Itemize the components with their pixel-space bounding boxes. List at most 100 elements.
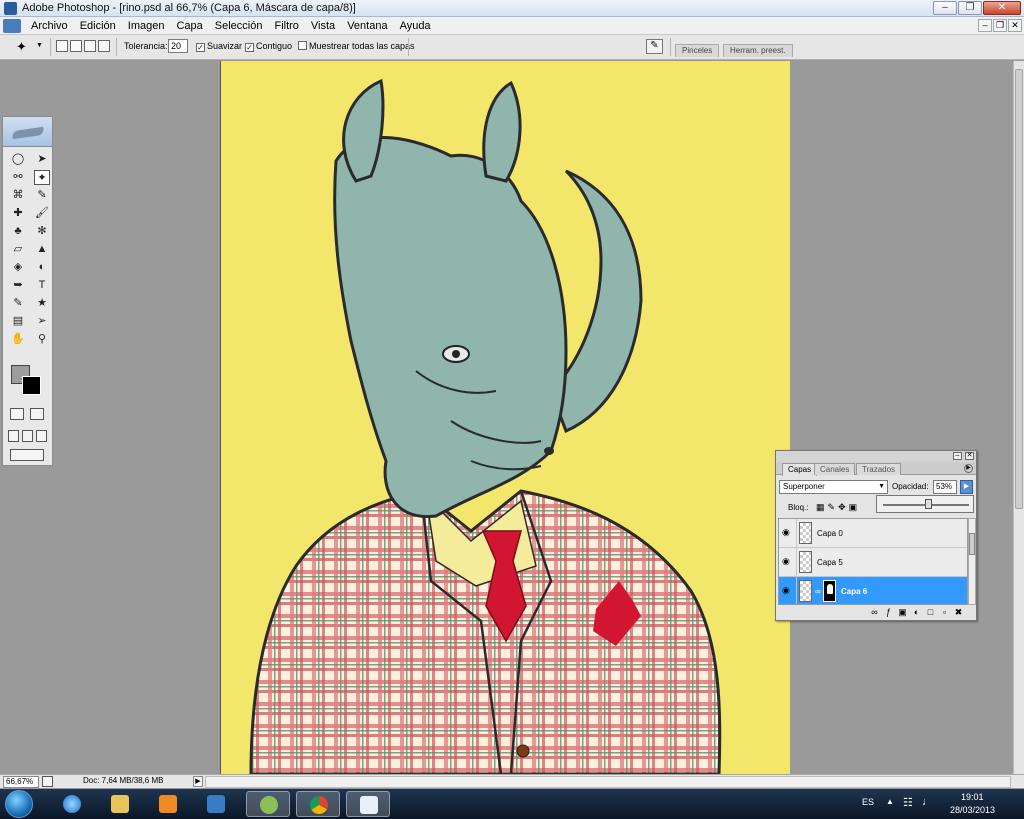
scrollbar-thumb[interactable]: [1015, 69, 1023, 509]
language-indicator[interactable]: ES: [862, 797, 874, 807]
lock-transparency-icon[interactable]: ▦: [816, 502, 828, 512]
lock-position-icon[interactable]: ✥: [838, 502, 849, 512]
tab-trazados[interactable]: Trazados: [856, 463, 902, 475]
background-color-swatch[interactable]: [22, 376, 41, 395]
link-layers-icon[interactable]: ∞: [869, 608, 880, 618]
document-canvas[interactable]: [220, 61, 790, 774]
explorer-taskbar-button[interactable]: [98, 791, 142, 817]
opacity-slider-popup[interactable]: [876, 495, 974, 513]
notes-tool-icon[interactable]: ▤: [10, 314, 26, 329]
visibility-eye-icon[interactable]: ◉: [782, 557, 793, 566]
scrollbar-thumb[interactable]: [969, 533, 975, 555]
document-icon[interactable]: [3, 18, 21, 33]
jump-to-imageready-icon[interactable]: [10, 449, 44, 461]
magic-wand-icon[interactable]: ✦: [16, 39, 27, 55]
tab-pinceles[interactable]: Pinceles: [675, 44, 720, 57]
antialias-checkbox[interactable]: ✓ Suavizar: [196, 41, 242, 52]
quick-mask-icon[interactable]: [30, 408, 44, 420]
sample-all-layers-checkbox[interactable]: Muestrear todas las capas: [298, 41, 415, 51]
lasso-tool-icon[interactable]: ⚯: [10, 170, 26, 185]
screen-mode-3-icon[interactable]: [36, 430, 47, 442]
screen-mode-1-icon[interactable]: [8, 430, 19, 442]
restore-button[interactable]: ❐: [958, 1, 982, 15]
toolbox-header[interactable]: [3, 117, 52, 147]
layers-panel-titlebar[interactable]: – ✕: [776, 451, 976, 462]
layer-list-scrollbar[interactable]: [968, 518, 976, 605]
blur-tool-icon[interactable]: ◈: [10, 260, 26, 275]
media-player-taskbar-button[interactable]: [146, 791, 190, 817]
visibility-eye-icon[interactable]: ◉: [782, 528, 793, 537]
move-tool-icon[interactable]: ➤: [34, 152, 50, 167]
eyedropper-icon[interactable]: ➢: [34, 314, 50, 329]
doc-minimize-button[interactable]: –: [978, 19, 992, 32]
layer-row[interactable]: ◉ Capa 5: [779, 548, 967, 577]
new-group-icon[interactable]: □: [925, 608, 936, 618]
menu-filtro[interactable]: Filtro: [268, 20, 304, 32]
pdf-reader-taskbar-button[interactable]: [346, 791, 390, 817]
minimize-button[interactable]: –: [933, 1, 957, 15]
menu-archivo[interactable]: Archivo: [25, 20, 74, 32]
contiguous-checkbox[interactable]: ✓ Contiguo: [245, 41, 292, 52]
opacity-arrow-icon[interactable]: ▶: [960, 480, 973, 494]
clock-time[interactable]: 19:01: [961, 792, 984, 802]
path-selection-icon[interactable]: ➥: [10, 278, 26, 293]
checkbox-unchecked-icon[interactable]: [298, 41, 307, 50]
layer-name[interactable]: Capa 5: [817, 558, 843, 567]
magic-wand-tool-icon[interactable]: ✦: [34, 170, 50, 185]
doc-restore-button[interactable]: ❐: [993, 19, 1007, 32]
healing-brush-icon[interactable]: ✚: [10, 206, 26, 221]
menu-edicion[interactable]: Edición: [74, 20, 122, 32]
opacity-input[interactable]: 53%: [933, 480, 957, 494]
start-button[interactable]: [5, 790, 33, 818]
dodge-tool-icon[interactable]: ◐: [34, 260, 50, 275]
tab-canales[interactable]: Canales: [814, 463, 856, 475]
adjustment-layer-icon[interactable]: ◐: [911, 608, 922, 618]
history-brush-icon[interactable]: ✻: [34, 224, 50, 239]
screen-mode-2-icon[interactable]: [22, 430, 33, 442]
checkbox-checked-icon[interactable]: ✓: [245, 43, 254, 52]
brush-tool-icon[interactable]: 🖌: [34, 206, 50, 221]
close-button[interactable]: ✕: [983, 1, 1021, 15]
status-options-icon[interactable]: [42, 776, 53, 787]
layer-mask-thumbnail[interactable]: [823, 580, 836, 602]
tray-expand-icon[interactable]: ▲: [886, 797, 894, 806]
tolerance-input[interactable]: 20: [168, 39, 188, 53]
panel-minimize-button[interactable]: –: [953, 452, 962, 460]
zoom-tool-icon[interactable]: ⚲: [34, 332, 50, 347]
standard-mode-icon[interactable]: [10, 408, 24, 420]
volume-icon[interactable]: ♩: [922, 796, 933, 808]
delete-layer-icon[interactable]: ✖: [953, 608, 964, 618]
menu-vista[interactable]: Vista: [305, 20, 341, 32]
crop-tool-icon[interactable]: ⌘: [10, 188, 26, 203]
add-mask-icon[interactable]: ▣: [897, 608, 908, 618]
link-chain-icon[interactable]: ∞: [815, 587, 821, 596]
layer-name[interactable]: Capa 0: [817, 529, 843, 538]
internet-explorer-taskbar-button[interactable]: [50, 791, 94, 817]
panel-close-button[interactable]: ✕: [965, 452, 974, 460]
menu-seleccion[interactable]: Selección: [209, 20, 269, 32]
blend-mode-select[interactable]: Superponer ▼: [779, 480, 888, 494]
doc-close-button[interactable]: ✕: [1008, 19, 1022, 32]
layer-row-selected[interactable]: ◉ ∞ Capa 6: [779, 577, 967, 604]
checkbox-checked-icon[interactable]: ✓: [196, 43, 205, 52]
photoshop-taskbar-button[interactable]: [194, 791, 238, 817]
add-selection-icon[interactable]: [70, 40, 82, 52]
tab-herram-preest[interactable]: Herram. preest.: [723, 44, 793, 57]
opacity-slider-thumb[interactable]: [924, 499, 932, 509]
new-selection-icon[interactable]: [56, 40, 68, 52]
chrome-taskbar-button[interactable]: [296, 791, 340, 817]
paint-bucket-icon[interactable]: ▲: [34, 242, 50, 257]
menu-capa[interactable]: Capa: [170, 20, 208, 32]
network-icon[interactable]: ☷: [903, 796, 913, 809]
layer-style-icon[interactable]: ƒ: [883, 608, 894, 618]
clock-date[interactable]: 28/03/2013: [950, 805, 995, 815]
menu-ayuda[interactable]: Ayuda: [394, 20, 437, 32]
horizontal-scrollbar[interactable]: [205, 776, 1011, 788]
eraser-tool-icon[interactable]: ▱: [10, 242, 26, 257]
intersect-selection-icon[interactable]: [98, 40, 110, 52]
shape-tool-icon[interactable]: ★: [34, 296, 50, 311]
vertical-scrollbar[interactable]: [1013, 61, 1024, 774]
marquee-tool-icon[interactable]: ◯: [10, 152, 26, 167]
visibility-eye-icon[interactable]: ◉: [782, 586, 793, 595]
menu-imagen[interactable]: Imagen: [122, 20, 171, 32]
